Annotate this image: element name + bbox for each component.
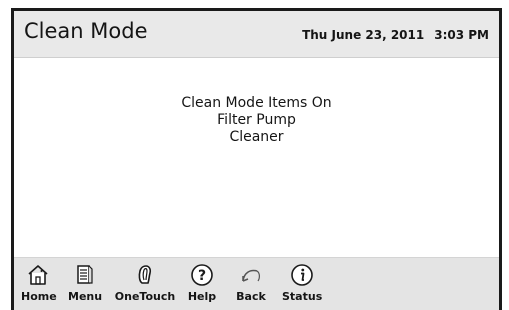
time-text: 3:03 PM: [434, 28, 489, 42]
home-icon: [28, 265, 48, 285]
menu-icon: [77, 265, 93, 284]
menu-button[interactable]: Menu: [68, 258, 102, 310]
date-text: Thu June 23, 2011: [302, 28, 425, 42]
help-button[interactable]: ? Help: [185, 258, 219, 310]
main-content: Clean Mode Items On Filter Pump Cleaner: [14, 58, 499, 257]
bottom-toolbar: Home Menu OneTouch ? Help Back Status: [14, 257, 499, 310]
datetime-display: Thu June 23, 2011 3:03 PM: [302, 28, 489, 42]
item-filter-pump: Filter Pump: [217, 112, 296, 128]
svg-text:?: ?: [198, 268, 206, 284]
home-label: Home: [21, 290, 57, 303]
page-title: Clean Mode: [24, 19, 148, 43]
status-icon: [291, 264, 313, 286]
clean-mode-items-list: Clean Mode Items On Filter Pump Cleaner: [14, 95, 499, 146]
back-icon: [242, 269, 260, 282]
status-label: Status: [282, 290, 323, 303]
back-button[interactable]: Back: [234, 258, 268, 310]
onetouch-label: OneTouch: [114, 290, 176, 303]
help-label: Help: [187, 290, 217, 303]
back-label: Back: [236, 290, 266, 303]
status-button[interactable]: Status: [282, 258, 322, 310]
menu-label: Menu: [68, 290, 103, 303]
onetouch-button[interactable]: OneTouch: [114, 258, 176, 310]
clean-mode-screen: Clean Mode Thu June 23, 2011 3:03 PM Clea…: [11, 8, 502, 310]
item-cleaner: Cleaner: [229, 129, 284, 145]
header-bar: Clean Mode Thu June 23, 2011 3:03 PM: [14, 11, 499, 58]
help-icon: ?: [191, 264, 213, 286]
items-heading: Clean Mode Items On: [181, 95, 332, 111]
onetouch-icon: [138, 265, 152, 284]
home-button[interactable]: Home: [21, 258, 57, 310]
